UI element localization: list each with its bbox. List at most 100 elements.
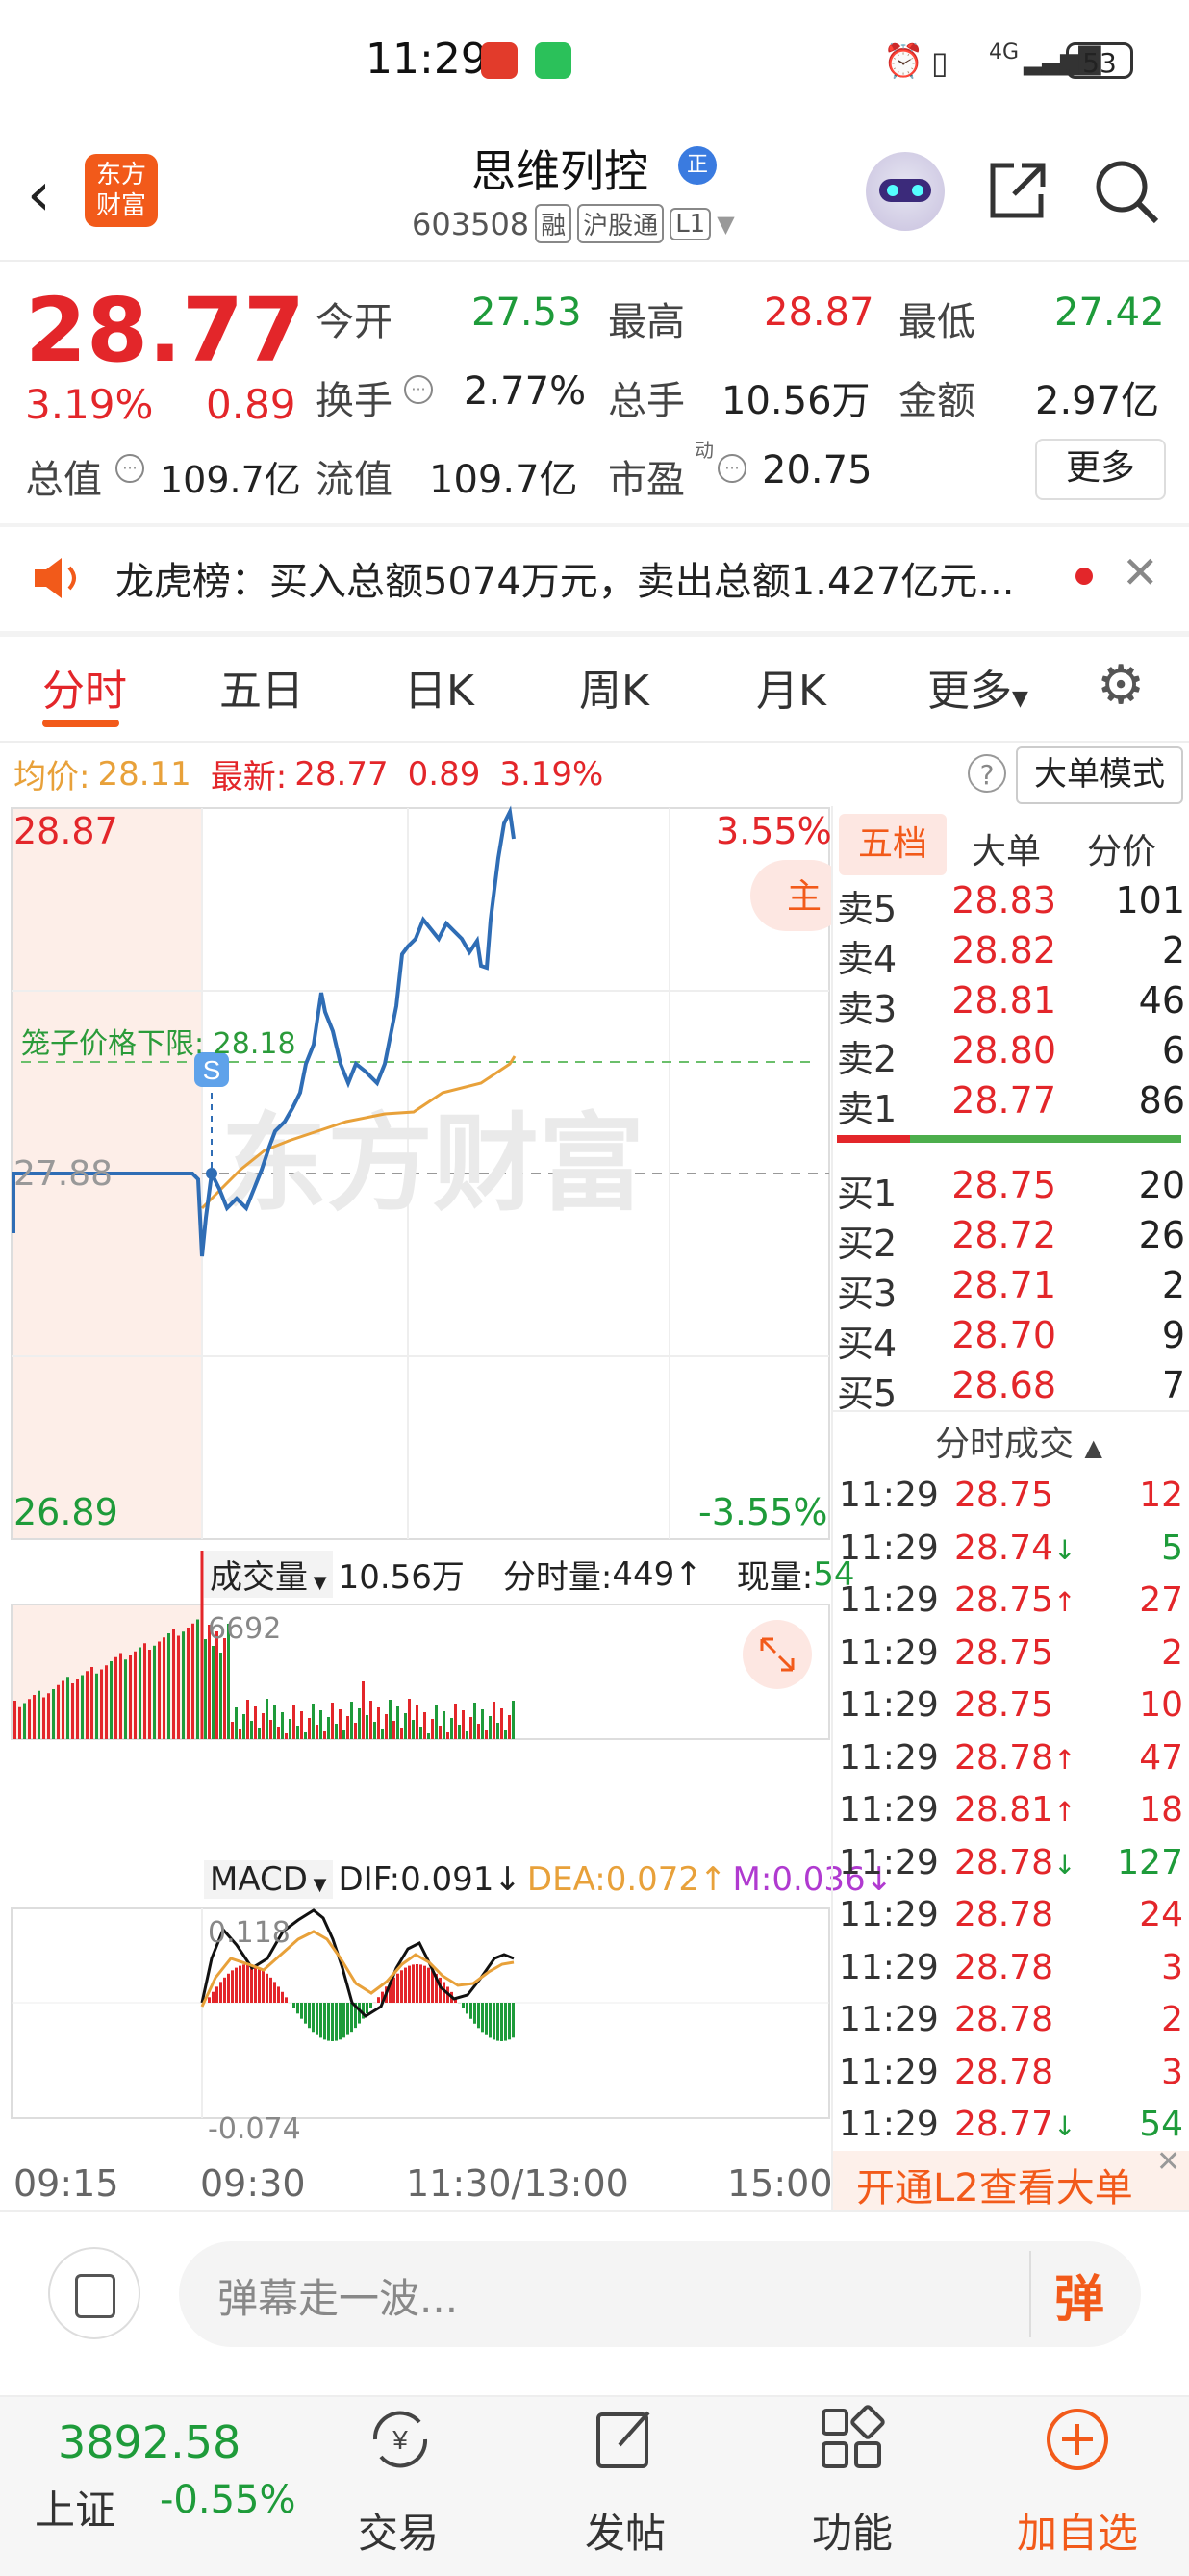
danmu-settings-icon[interactable] bbox=[48, 2247, 140, 2339]
volume-bar bbox=[327, 1717, 330, 1739]
speaker-icon bbox=[33, 556, 85, 600]
info-icon[interactable]: ··· bbox=[115, 454, 144, 483]
share-icon[interactable] bbox=[985, 160, 1049, 223]
volume-bar bbox=[292, 1705, 295, 1739]
macd-bar bbox=[277, 1986, 280, 2003]
tab-intraday[interactable]: 分时 bbox=[42, 656, 127, 718]
add-watchlist-icon[interactable] bbox=[1043, 2405, 1112, 2474]
close-icon[interactable]: ✕ bbox=[1156, 2145, 1180, 2179]
tab-level5[interactable]: 五档 bbox=[839, 814, 947, 875]
mcap-label: 总值 bbox=[25, 448, 102, 504]
macd-selector[interactable]: MACD ▼ bbox=[204, 1860, 333, 1899]
macd-bar bbox=[300, 2003, 303, 2019]
macd-bar bbox=[258, 1968, 261, 2003]
trade-time: 11:29 bbox=[839, 1528, 945, 1568]
tab-big-order[interactable]: 大单 bbox=[972, 823, 1041, 873]
bid-ask-ratio-bar-green bbox=[910, 1135, 1181, 1143]
trade-vol: 47 bbox=[1099, 1738, 1183, 1778]
volume-bar bbox=[52, 1689, 55, 1739]
macd-bar bbox=[489, 2003, 492, 2037]
volume-bar bbox=[158, 1642, 161, 1740]
macd-bar bbox=[485, 2003, 488, 2035]
nav-post[interactable]: 发帖 bbox=[539, 2501, 712, 2560]
stock-code-row[interactable]: 603508 融 沪股通 L1 ▼ bbox=[412, 204, 735, 243]
big-order-mode-button[interactable]: 大单模式 bbox=[1016, 746, 1183, 804]
volume-bar bbox=[105, 1665, 108, 1739]
tab-weekly-k[interactable]: 周K bbox=[579, 656, 649, 718]
danmu-send-icon[interactable]: 弹 bbox=[1054, 2259, 1104, 2331]
index-value[interactable]: 3892.58 bbox=[58, 2416, 240, 2468]
trade-row: 11:2928.7512 bbox=[839, 1476, 1183, 1515]
bid-label: 买2 bbox=[837, 1214, 898, 1267]
bid-row: 买528.687 bbox=[837, 1364, 1185, 1417]
volume-bar bbox=[215, 1631, 218, 1739]
banner-text[interactable]: 龙虎榜：买入总额5074万元，卖出总额1.427亿元... bbox=[115, 550, 1014, 606]
tab-monthly-k[interactable]: 月K bbox=[756, 656, 826, 718]
robot-assistant-icon[interactable] bbox=[866, 152, 945, 231]
volume-bar bbox=[62, 1681, 64, 1740]
tab-more[interactable]: 更多▼ bbox=[927, 656, 1028, 718]
x-label-close: 15:00 bbox=[727, 2162, 833, 2205]
volume-bar bbox=[18, 1707, 21, 1739]
trade-vol: 3 bbox=[1099, 2053, 1183, 2092]
back-icon[interactable]: ‹ bbox=[27, 159, 51, 229]
nav-trade[interactable]: 交易 bbox=[312, 2501, 485, 2560]
macd-bar bbox=[227, 1974, 230, 2003]
macd-bar bbox=[469, 2003, 472, 2019]
trade-vol: 10 bbox=[1099, 1685, 1183, 1725]
ask-vol: 86 bbox=[1070, 1079, 1185, 1132]
search-icon[interactable] bbox=[1093, 158, 1160, 225]
trades-title[interactable]: 分时成交 ▲ bbox=[935, 1416, 1102, 1466]
y-min-label: 26.89 bbox=[13, 1491, 118, 1533]
bid-vol: 20 bbox=[1070, 1164, 1185, 1217]
turnover-label: 换手 bbox=[316, 369, 392, 425]
volume-bar bbox=[13, 1701, 16, 1739]
volume-bar bbox=[191, 1624, 194, 1739]
ask-vol: 6 bbox=[1070, 1029, 1185, 1082]
volume-bar bbox=[273, 1705, 276, 1739]
tag-level: L1 bbox=[670, 208, 711, 240]
volume-selector[interactable]: 成交量 ▼ bbox=[204, 1551, 333, 1598]
trade-row: 11:2928.783 bbox=[839, 2053, 1183, 2092]
help-icon[interactable]: ? bbox=[968, 754, 1006, 793]
y-max-label: 28.87 bbox=[13, 810, 118, 852]
volume-bar bbox=[477, 1724, 480, 1739]
volume-bar bbox=[95, 1674, 98, 1739]
index-name[interactable]: 上证 bbox=[35, 2478, 115, 2537]
trade-icon[interactable]: ¥ bbox=[366, 2405, 435, 2474]
nav-add-watchlist[interactable]: 加自选 bbox=[991, 2501, 1164, 2560]
divider bbox=[833, 1410, 1189, 1412]
arrow-down-icon: ↓ bbox=[1053, 1849, 1075, 1881]
arrow-up-icon: ↑ bbox=[1053, 1744, 1075, 1776]
index-change[interactable]: -0.55% bbox=[160, 2478, 296, 2522]
trade-vol: 24 bbox=[1099, 1895, 1183, 1934]
volume-bar bbox=[163, 1637, 165, 1739]
nav-functions[interactable]: 功能 bbox=[766, 2501, 939, 2560]
trade-price: 28.75 bbox=[954, 1633, 1089, 1673]
close-icon[interactable]: ✕ bbox=[1122, 546, 1159, 598]
post-icon[interactable] bbox=[591, 2405, 660, 2474]
macd-bar bbox=[319, 2003, 322, 2037]
tab-daily-k[interactable]: 日K bbox=[404, 656, 474, 718]
bid-price: 28.68 bbox=[912, 1364, 1056, 1417]
info-icon[interactable]: ··· bbox=[718, 454, 746, 483]
apps-icon[interactable] bbox=[818, 2405, 887, 2474]
volume-bar bbox=[114, 1657, 117, 1739]
app-logo[interactable]: 东方 财富 bbox=[85, 154, 158, 227]
l2-promo-text[interactable]: 开通L2查看大单 bbox=[856, 2157, 1133, 2212]
volume-bar bbox=[129, 1655, 132, 1739]
volume-bar bbox=[473, 1703, 476, 1739]
tab-five-day[interactable]: 五日 bbox=[219, 656, 304, 718]
last-label: 最新: bbox=[211, 750, 287, 797]
current-vol-label: 现量: bbox=[737, 1551, 813, 1598]
more-button[interactable]: 更多 bbox=[1035, 439, 1166, 500]
volume-bar bbox=[281, 1712, 284, 1739]
gear-icon[interactable]: ⚙ bbox=[1097, 654, 1145, 717]
info-icon[interactable]: ··· bbox=[404, 375, 433, 404]
volume-bar bbox=[446, 1732, 449, 1739]
tab-price-split[interactable]: 分价 bbox=[1087, 823, 1156, 873]
network-icon: 4G bbox=[989, 40, 1019, 64]
status-time: 11:29 bbox=[366, 35, 488, 84]
macd-bar bbox=[408, 1966, 411, 2003]
volume-bar bbox=[354, 1723, 357, 1739]
